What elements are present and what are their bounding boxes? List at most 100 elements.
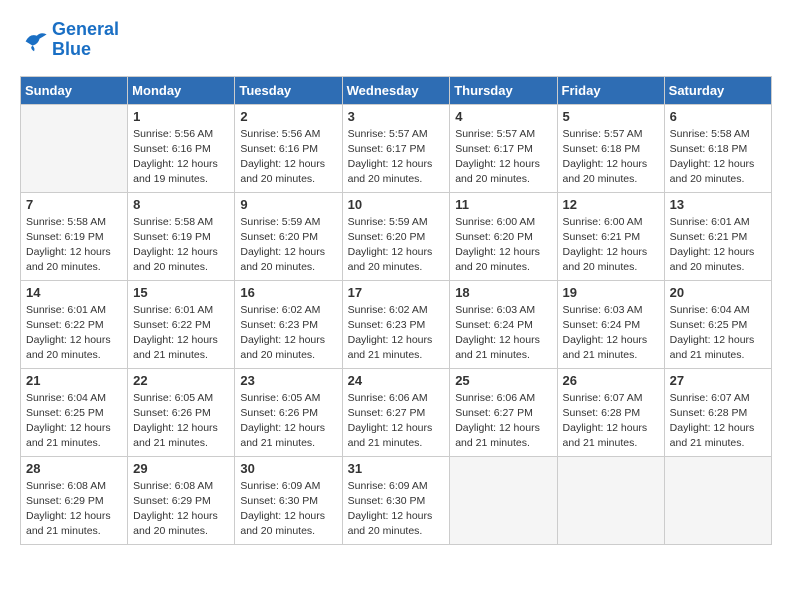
day-number: 8 xyxy=(133,197,229,212)
calendar-cell xyxy=(450,456,557,544)
day-info: Sunrise: 6:01 AMSunset: 6:22 PMDaylight:… xyxy=(133,303,229,364)
day-number: 23 xyxy=(240,373,336,388)
calendar-cell: 30Sunrise: 6:09 AMSunset: 6:30 PMDayligh… xyxy=(235,456,342,544)
day-info: Sunrise: 5:57 AMSunset: 6:17 PMDaylight:… xyxy=(348,127,445,188)
day-number: 27 xyxy=(670,373,766,388)
logo-bird-icon xyxy=(20,26,48,54)
day-number: 3 xyxy=(348,109,445,124)
calendar-cell: 20 Sunrise: 6:04 AMSunset: 6:25 PMDayligh… xyxy=(664,280,771,368)
day-number: 26 xyxy=(563,373,659,388)
weekday-header-tuesday: Tuesday xyxy=(235,76,342,104)
day-info: Sunrise: 6:00 AMSunset: 6:21 PMDaylight:… xyxy=(563,215,659,276)
calendar-cell: 17Sunrise: 6:02 AMSunset: 6:23 PMDayligh… xyxy=(342,280,450,368)
weekday-header-sunday: Sunday xyxy=(21,76,128,104)
calendar-cell: 9 Sunrise: 5:59 AMSunset: 6:20 PMDaylight… xyxy=(235,192,342,280)
week-row-4: 21 Sunrise: 6:04 AMSunset: 6:25 PMDayligh… xyxy=(21,368,772,456)
calendar-cell: 29 Sunrise: 6:08 AMSunset: 6:29 PMDayligh… xyxy=(128,456,235,544)
day-info: Sunrise: 6:08 AMSunset: 6:29 PMDaylight:… xyxy=(133,479,229,540)
day-info: Sunrise: 6:06 AMSunset: 6:27 PMDaylight:… xyxy=(455,391,551,452)
calendar-cell: 16Sunrise: 6:02 AMSunset: 6:23 PMDayligh… xyxy=(235,280,342,368)
day-number: 2 xyxy=(240,109,336,124)
day-number: 21 xyxy=(26,373,122,388)
day-info: Sunrise: 6:01 AMSunset: 6:22 PMDaylight:… xyxy=(26,303,122,364)
day-info: Sunrise: 5:58 AMSunset: 6:19 PMDaylight:… xyxy=(26,215,122,276)
day-info: Sunrise: 6:05 AMSunset: 6:26 PMDaylight:… xyxy=(133,391,229,452)
day-number: 28 xyxy=(26,461,122,476)
day-number: 19 xyxy=(563,285,659,300)
week-row-2: 7 Sunrise: 5:58 AMSunset: 6:19 PMDaylight… xyxy=(21,192,772,280)
day-number: 1 xyxy=(133,109,229,124)
day-number: 18 xyxy=(455,285,551,300)
day-info: Sunrise: 5:58 AMSunset: 6:19 PMDaylight:… xyxy=(133,215,229,276)
day-number: 4 xyxy=(455,109,551,124)
day-number: 5 xyxy=(563,109,659,124)
calendar-cell: 13Sunrise: 6:01 AMSunset: 6:21 PMDayligh… xyxy=(664,192,771,280)
calendar-cell xyxy=(557,456,664,544)
calendar-table: SundayMondayTuesdayWednesdayThursdayFrid… xyxy=(20,76,772,545)
calendar-cell: 10 Sunrise: 5:59 AMSunset: 6:20 PMDayligh… xyxy=(342,192,450,280)
weekday-header-row: SundayMondayTuesdayWednesdayThursdayFrid… xyxy=(21,76,772,104)
logo-text-general: General xyxy=(52,20,119,40)
calendar-cell: 4Sunrise: 5:57 AMSunset: 6:17 PMDaylight… xyxy=(450,104,557,192)
calendar-cell: 11 Sunrise: 6:00 AMSunset: 6:20 PMDayligh… xyxy=(450,192,557,280)
day-info: Sunrise: 6:09 AMSunset: 6:30 PMDaylight:… xyxy=(348,479,445,540)
day-number: 30 xyxy=(240,461,336,476)
day-info: Sunrise: 6:02 AMSunset: 6:23 PMDaylight:… xyxy=(348,303,445,364)
day-number: 16 xyxy=(240,285,336,300)
calendar-cell: 3 Sunrise: 5:57 AMSunset: 6:17 PMDaylight… xyxy=(342,104,450,192)
calendar-cell: 2 Sunrise: 5:56 AMSunset: 6:16 PMDaylight… xyxy=(235,104,342,192)
day-info: Sunrise: 5:59 AMSunset: 6:20 PMDaylight:… xyxy=(240,215,336,276)
calendar-cell: 8 Sunrise: 5:58 AMSunset: 6:19 PMDaylight… xyxy=(128,192,235,280)
day-info: Sunrise: 6:03 AMSunset: 6:24 PMDaylight:… xyxy=(563,303,659,364)
logo-text-blue: Blue xyxy=(52,40,119,60)
calendar-cell xyxy=(664,456,771,544)
day-info: Sunrise: 5:58 AMSunset: 6:18 PMDaylight:… xyxy=(670,127,766,188)
day-info: Sunrise: 6:04 AMSunset: 6:25 PMDaylight:… xyxy=(670,303,766,364)
day-number: 7 xyxy=(26,197,122,212)
calendar-cell: 23 Sunrise: 6:05 AMSunset: 6:26 PMDayligh… xyxy=(235,368,342,456)
calendar-cell: 18 Sunrise: 6:03 AMSunset: 6:24 PMDayligh… xyxy=(450,280,557,368)
calendar-cell: 15 Sunrise: 6:01 AMSunset: 6:22 PMDayligh… xyxy=(128,280,235,368)
calendar-cell: 26Sunrise: 6:07 AMSunset: 6:28 PMDayligh… xyxy=(557,368,664,456)
calendar-cell: 31Sunrise: 6:09 AMSunset: 6:30 PMDayligh… xyxy=(342,456,450,544)
calendar-cell: 28 Sunrise: 6:08 AMSunset: 6:29 PMDayligh… xyxy=(21,456,128,544)
day-info: Sunrise: 5:59 AMSunset: 6:20 PMDaylight:… xyxy=(348,215,445,276)
day-number: 20 xyxy=(670,285,766,300)
logo: General Blue xyxy=(20,20,119,60)
calendar-cell: 5Sunrise: 5:57 AMSunset: 6:18 PMDaylight… xyxy=(557,104,664,192)
day-info: Sunrise: 6:07 AMSunset: 6:28 PMDaylight:… xyxy=(670,391,766,452)
page-header: General Blue xyxy=(20,20,772,60)
day-info: Sunrise: 6:00 AMSunset: 6:20 PMDaylight:… xyxy=(455,215,551,276)
day-info: Sunrise: 5:56 AMSunset: 6:16 PMDaylight:… xyxy=(133,127,229,188)
weekday-header-wednesday: Wednesday xyxy=(342,76,450,104)
calendar-cell: 22 Sunrise: 6:05 AMSunset: 6:26 PMDayligh… xyxy=(128,368,235,456)
calendar-cell: 25 Sunrise: 6:06 AMSunset: 6:27 PMDayligh… xyxy=(450,368,557,456)
weekday-header-saturday: Saturday xyxy=(664,76,771,104)
day-info: Sunrise: 6:05 AMSunset: 6:26 PMDaylight:… xyxy=(240,391,336,452)
week-row-3: 14Sunrise: 6:01 AMSunset: 6:22 PMDayligh… xyxy=(21,280,772,368)
day-number: 29 xyxy=(133,461,229,476)
day-number: 6 xyxy=(670,109,766,124)
calendar-cell: 19 Sunrise: 6:03 AMSunset: 6:24 PMDayligh… xyxy=(557,280,664,368)
calendar-cell: 27 Sunrise: 6:07 AMSunset: 6:28 PMDayligh… xyxy=(664,368,771,456)
day-number: 22 xyxy=(133,373,229,388)
day-number: 25 xyxy=(455,373,551,388)
day-info: Sunrise: 6:01 AMSunset: 6:21 PMDaylight:… xyxy=(670,215,766,276)
day-number: 12 xyxy=(563,197,659,212)
day-info: Sunrise: 6:04 AMSunset: 6:25 PMDaylight:… xyxy=(26,391,122,452)
day-info: Sunrise: 6:03 AMSunset: 6:24 PMDaylight:… xyxy=(455,303,551,364)
day-info: Sunrise: 6:08 AMSunset: 6:29 PMDaylight:… xyxy=(26,479,122,540)
calendar-cell: 21 Sunrise: 6:04 AMSunset: 6:25 PMDayligh… xyxy=(21,368,128,456)
calendar-cell: 7 Sunrise: 5:58 AMSunset: 6:19 PMDaylight… xyxy=(21,192,128,280)
day-number: 15 xyxy=(133,285,229,300)
day-info: Sunrise: 5:56 AMSunset: 6:16 PMDaylight:… xyxy=(240,127,336,188)
day-number: 11 xyxy=(455,197,551,212)
day-number: 9 xyxy=(240,197,336,212)
weekday-header-monday: Monday xyxy=(128,76,235,104)
day-number: 10 xyxy=(348,197,445,212)
calendar-cell: 14Sunrise: 6:01 AMSunset: 6:22 PMDayligh… xyxy=(21,280,128,368)
calendar-cell xyxy=(21,104,128,192)
week-row-1: 1 Sunrise: 5:56 AMSunset: 6:16 PMDaylight… xyxy=(21,104,772,192)
weekday-header-friday: Friday xyxy=(557,76,664,104)
calendar-cell: 24Sunrise: 6:06 AMSunset: 6:27 PMDayligh… xyxy=(342,368,450,456)
